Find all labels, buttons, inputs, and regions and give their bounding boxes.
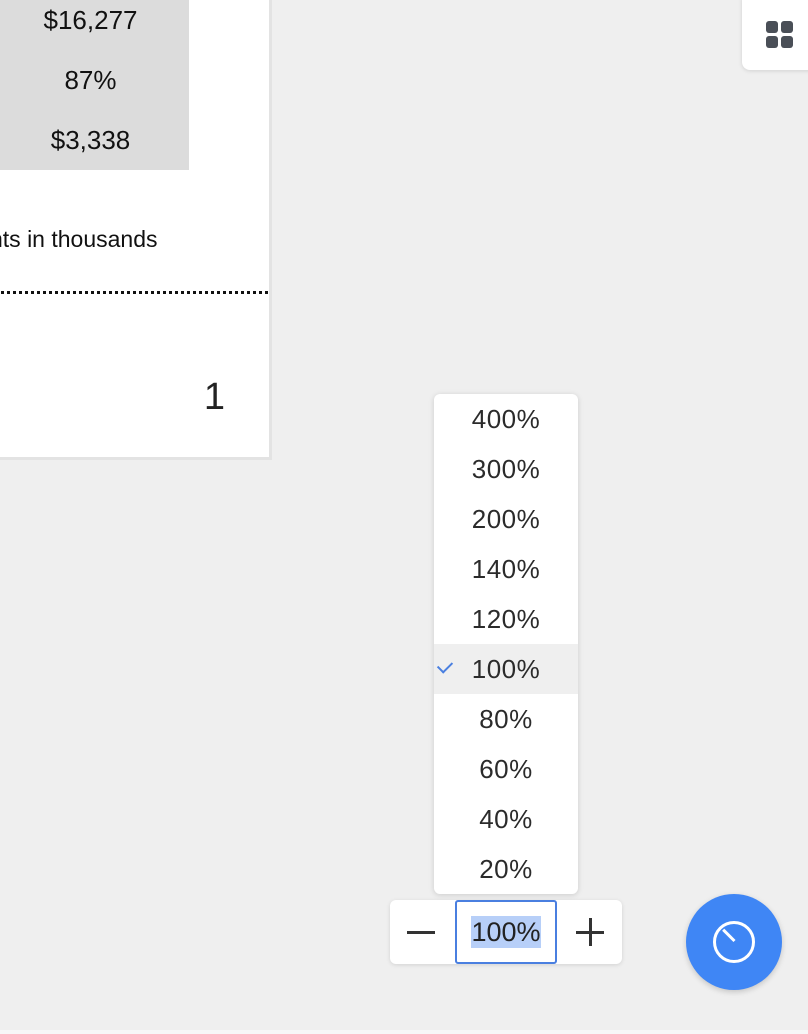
table-cell: $16,277 (43, 5, 138, 35)
checkmark-icon (436, 657, 454, 674)
table-cell: 87% (64, 65, 117, 95)
zoom-option-40[interactable]: 40% (434, 794, 578, 844)
bottom-edge (0, 1030, 808, 1034)
zoom-dropdown-menu: 400% 300% 200% 140% 120% 100% 80% 60% 40… (434, 394, 578, 894)
zoom-option-300[interactable]: 300% (434, 444, 578, 494)
zoom-option-400[interactable]: 400% (434, 394, 578, 444)
zoom-option-120[interactable]: 120% (434, 594, 578, 644)
zoom-option-200[interactable]: 200% (434, 494, 578, 544)
zoom-option-100[interactable]: 100% (434, 644, 578, 694)
table-cell: $3,338 (50, 125, 131, 155)
zoom-option-60[interactable]: 60% (434, 744, 578, 794)
page-number: 1 (203, 376, 225, 418)
document-page: $16,277 87% $3,338 nts in thousands 1 (0, 0, 272, 460)
zoom-in-button[interactable] (558, 900, 622, 964)
zoom-control: 100% (390, 900, 622, 964)
zoom-out-button[interactable] (390, 900, 454, 964)
apps-grid-icon (766, 21, 794, 49)
timer-icon (713, 921, 755, 963)
zoom-option-20[interactable]: 20% (434, 844, 578, 894)
apps-button[interactable] (742, 0, 808, 70)
data-table: $16,277 87% $3,338 (0, 0, 189, 170)
zoom-option-140[interactable]: 140% (434, 544, 578, 594)
timer-fab-button[interactable] (686, 894, 782, 990)
dotted-divider (0, 291, 268, 294)
zoom-level-input[interactable]: 100% (455, 900, 557, 964)
table-footnote: nts in thousands (0, 226, 158, 252)
zoom-option-80[interactable]: 80% (434, 694, 578, 744)
